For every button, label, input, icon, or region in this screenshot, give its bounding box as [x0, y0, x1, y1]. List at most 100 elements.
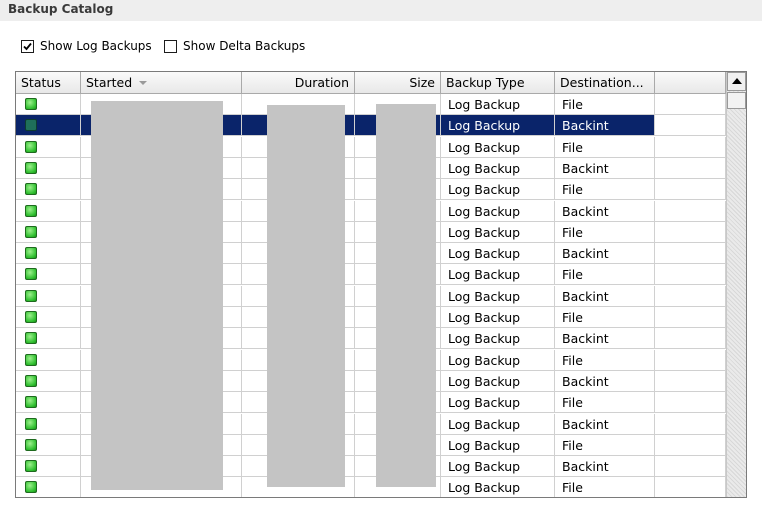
- destination-cell: File: [555, 264, 655, 286]
- status-cell: [16, 264, 81, 286]
- backup-type-cell: Log Backup: [441, 157, 555, 179]
- backup-type-cell: Log Backup: [441, 413, 555, 435]
- status-cell: [16, 477, 81, 497]
- status-ok-icon: [25, 374, 37, 387]
- status-ok-icon: [25, 332, 37, 345]
- status-cell: [16, 115, 81, 137]
- status-ok-icon: [25, 161, 37, 174]
- show-log-backups-label: Show Log Backups: [40, 39, 152, 53]
- redacted-size-block: [376, 104, 436, 487]
- column-header-backup-type[interactable]: Backup Type: [441, 72, 555, 94]
- backup-type-cell: Log Backup: [441, 392, 555, 414]
- column-header-started[interactable]: Started: [81, 72, 242, 94]
- backup-type-cell: Log Backup: [441, 456, 555, 478]
- show-log-backups-checkbox[interactable]: [21, 39, 34, 53]
- status-cell: [16, 307, 81, 328]
- filler-cell: [655, 413, 726, 435]
- status-cell: [16, 243, 81, 265]
- backup-type-cell: Log Backup: [441, 200, 555, 222]
- filler-cell: [655, 285, 726, 307]
- filler-cell: [655, 370, 726, 392]
- destination-cell: Backint: [555, 285, 655, 307]
- backup-type-cell: Log Backup: [441, 94, 555, 115]
- column-header-destination[interactable]: Destination...: [555, 72, 655, 94]
- table-header: Status Started Duration Size Backup Type…: [16, 72, 726, 94]
- status-cell: [16, 136, 81, 158]
- filler-cell: [655, 157, 726, 179]
- status-ok-icon: [25, 183, 37, 196]
- scroll-up-button[interactable]: [727, 72, 746, 91]
- column-header-filler: [655, 72, 726, 94]
- status-ok-icon: [25, 417, 37, 430]
- destination-cell: Backint: [555, 200, 655, 222]
- status-ok-icon: [25, 353, 37, 366]
- backup-type-cell: Log Backup: [441, 328, 555, 350]
- filler-cell: [655, 221, 726, 243]
- filler-cell: [655, 179, 726, 201]
- backup-type-cell: Log Backup: [441, 179, 555, 201]
- filler-cell: [655, 349, 726, 371]
- status-cell: [16, 94, 81, 115]
- column-header-started-label: Started: [86, 75, 133, 90]
- status-cell: [16, 370, 81, 392]
- status-ok-icon: [25, 396, 37, 409]
- status-ok-icon: [25, 225, 37, 238]
- status-ok-icon: [25, 289, 37, 302]
- filler-cell: [655, 434, 726, 456]
- backup-type-cell: Log Backup: [441, 285, 555, 307]
- show-delta-backups-checkbox[interactable]: [164, 39, 177, 53]
- redacted-started-block: [91, 101, 223, 490]
- status-ok-icon: [25, 119, 37, 132]
- status-cell: [16, 157, 81, 179]
- backup-type-cell: Log Backup: [441, 477, 555, 497]
- redacted-duration-block: [267, 105, 345, 487]
- filler-cell: [655, 307, 726, 328]
- destination-cell: Backint: [555, 243, 655, 265]
- backup-type-cell: Log Backup: [441, 434, 555, 456]
- backup-catalog-header: Backup Catalog: [0, 0, 762, 21]
- destination-cell: Backint: [555, 456, 655, 478]
- filler-cell: [655, 94, 726, 115]
- backup-type-cell: Log Backup: [441, 370, 555, 392]
- filler-cell: [655, 200, 726, 222]
- status-ok-icon: [25, 98, 37, 110]
- page-title: Backup Catalog: [8, 2, 114, 16]
- column-header-size[interactable]: Size: [355, 72, 441, 94]
- filler-cell: [655, 392, 726, 414]
- show-delta-backups-option[interactable]: Show Delta Backups: [164, 38, 305, 54]
- filler-cell: [655, 115, 726, 137]
- column-header-status[interactable]: Status: [16, 72, 81, 94]
- vertical-scrollbar[interactable]: [726, 72, 746, 497]
- status-ok-icon: [25, 140, 37, 153]
- destination-cell: Backint: [555, 413, 655, 435]
- status-cell: [16, 285, 81, 307]
- sort-descending-icon: [139, 81, 147, 85]
- filler-cell: [655, 136, 726, 158]
- scroll-thumb[interactable]: [727, 92, 746, 109]
- status-cell: [16, 221, 81, 243]
- backup-type-cell: Log Backup: [441, 115, 555, 137]
- status-cell: [16, 392, 81, 414]
- backup-catalog-table[interactable]: Status Started Duration Size Backup Type…: [15, 71, 747, 498]
- status-cell: [16, 349, 81, 371]
- status-cell: [16, 200, 81, 222]
- destination-cell: Backint: [555, 370, 655, 392]
- show-log-backups-option[interactable]: Show Log Backups: [21, 38, 152, 54]
- backup-type-cell: Log Backup: [441, 136, 555, 158]
- filler-cell: [655, 243, 726, 265]
- backup-type-cell: Log Backup: [441, 243, 555, 265]
- status-ok-icon: [25, 268, 37, 281]
- status-cell: [16, 413, 81, 435]
- destination-cell: File: [555, 434, 655, 456]
- status-ok-icon: [25, 460, 37, 473]
- status-ok-icon: [25, 247, 37, 260]
- destination-cell: File: [555, 392, 655, 414]
- status-ok-icon: [25, 481, 37, 494]
- backup-type-cell: Log Backup: [441, 264, 555, 286]
- show-delta-backups-label: Show Delta Backups: [183, 39, 306, 53]
- backup-type-cell: Log Backup: [441, 221, 555, 243]
- status-cell: [16, 434, 81, 456]
- status-cell: [16, 179, 81, 201]
- column-header-duration[interactable]: Duration: [242, 72, 355, 94]
- destination-cell: File: [555, 307, 655, 328]
